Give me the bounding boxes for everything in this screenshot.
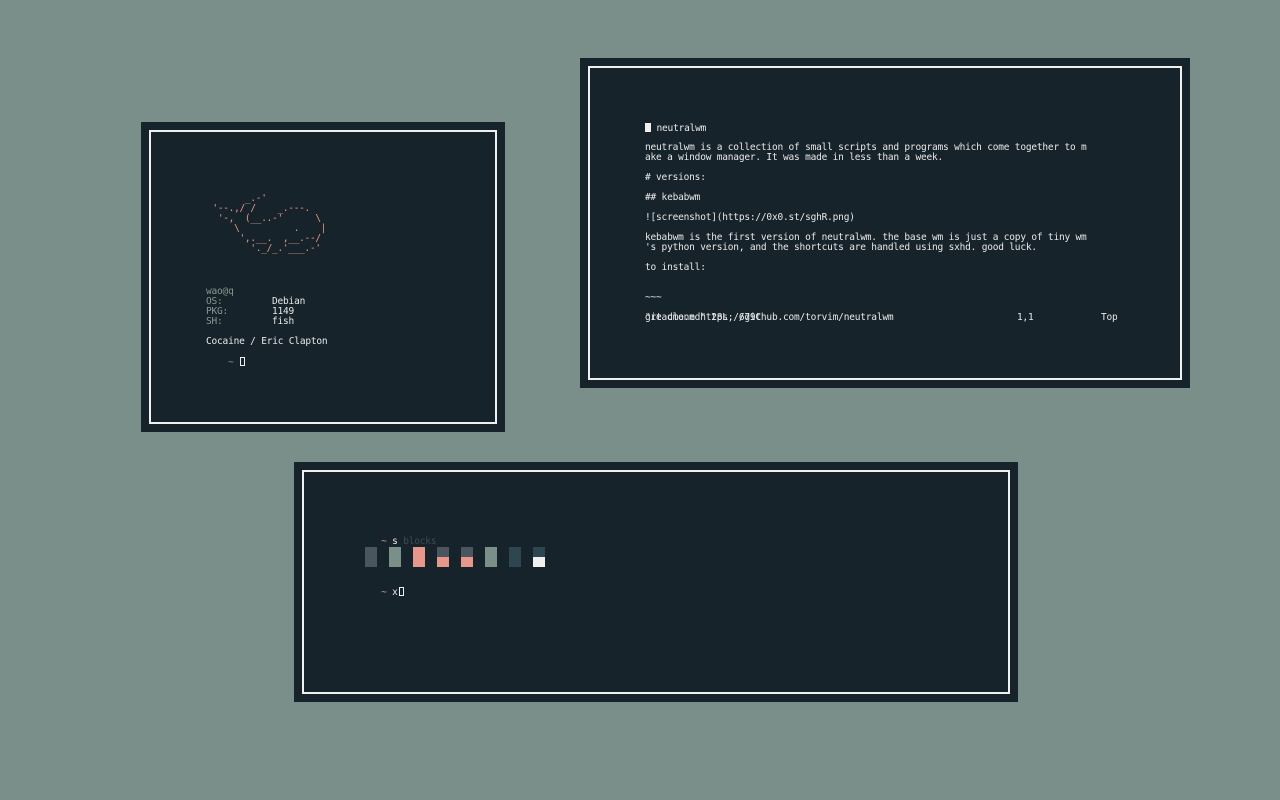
swatch-top xyxy=(413,547,425,557)
editor-line: ~~~ xyxy=(645,292,662,303)
window-border xyxy=(302,470,1010,694)
typed-input: x xyxy=(392,587,398,598)
color-swatch xyxy=(509,547,521,567)
window-border xyxy=(588,66,1182,380)
typed-command: s xyxy=(392,536,398,547)
prompt-symbol: ~ xyxy=(381,587,387,598)
editor-line: ## kebabwm xyxy=(645,192,701,203)
color-swatch xyxy=(485,547,497,567)
blocks-terminal-window[interactable]: ~ s blocks ~ x xyxy=(294,462,1018,702)
swatch-top xyxy=(437,547,449,557)
status-scroll: Top xyxy=(1101,312,1118,323)
swatch-top xyxy=(509,547,521,557)
swatch-bottom xyxy=(389,557,401,567)
window-border xyxy=(149,130,497,424)
swatch-top xyxy=(461,547,473,557)
editor-terminal-window[interactable]: neutralwm neutralwm is a collection of sm… xyxy=(580,58,1190,388)
now-playing: Cocaine / Eric Clapton xyxy=(206,336,328,347)
swatch-top xyxy=(485,547,497,557)
color-swatch xyxy=(533,547,545,567)
color-swatch xyxy=(461,547,473,567)
input-line[interactable]: ~ x xyxy=(359,577,404,608)
text-cursor xyxy=(398,587,404,596)
editor-line-text: neutralwm xyxy=(651,123,707,134)
autosuggestion: blocks xyxy=(403,536,437,547)
prompt-symbol: ~ xyxy=(381,536,387,547)
editor-line: # versions: xyxy=(645,172,706,183)
swatch-bottom xyxy=(365,557,377,567)
prompt-line[interactable]: ~ xyxy=(206,347,246,378)
editor-line: to install: xyxy=(645,262,706,273)
editor-line: ![screenshot](https://0x0.st/sghR.png) xyxy=(645,212,855,223)
swatch-top xyxy=(365,547,377,557)
fetch-value-sh: fish xyxy=(272,316,295,327)
swatch-bottom xyxy=(533,557,545,567)
fetch-key-sh: SH: xyxy=(206,316,223,327)
editor-line: 's python version, and the shortcuts are… xyxy=(645,242,1037,253)
swatch-bottom xyxy=(413,557,425,567)
swatch-bottom xyxy=(437,557,449,567)
swatch-bottom xyxy=(485,557,497,567)
text-cursor xyxy=(240,357,246,366)
color-swatch xyxy=(413,547,425,567)
color-swatch xyxy=(389,547,401,567)
fetch-terminal-window[interactable]: _.-' '--.,/ / _.---. '-, (__..-' \ \ . |… xyxy=(141,122,505,432)
editor-line: neutralwm xyxy=(645,123,706,134)
status-file: "readme.md" 28L, 679C xyxy=(645,312,761,323)
color-swatch xyxy=(437,547,449,567)
swatch-top xyxy=(533,547,545,557)
prompt-symbol: ~ xyxy=(228,357,234,368)
swatch-top xyxy=(389,547,401,557)
status-position: 1,1 xyxy=(1017,312,1034,323)
whale-ascii-art: _.-' '--.,/ / _.---. '-, (__..-' \ \ . |… xyxy=(212,193,327,254)
color-swatch xyxy=(365,547,377,567)
swatch-bottom xyxy=(461,557,473,567)
editor-line: ake a window manager. It was made in les… xyxy=(645,152,944,163)
swatch-bottom xyxy=(509,557,521,567)
